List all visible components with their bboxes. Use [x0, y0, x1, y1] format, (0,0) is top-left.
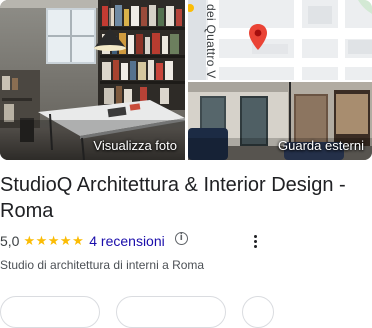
- info-icon[interactable]: i: [174, 231, 188, 245]
- photo-gallery: Visualizza foto dei Quattro V Guarda est…: [0, 0, 372, 160]
- map-street-label: dei Quattro V: [204, 4, 218, 79]
- map-thumbnail[interactable]: dei Quattro V: [188, 0, 372, 80]
- view-exterior-label: Guarda esterni: [278, 138, 364, 153]
- more-vert-icon[interactable]: [252, 235, 258, 249]
- rating-row: 5,0 ★★★★★ 4 recensioni i: [0, 231, 372, 250]
- view-photos-label: Visualizza foto: [93, 138, 177, 153]
- star-rating-icon: ★★★★★: [23, 233, 85, 248]
- business-title-line1: StudioQ Architettura & Interior Design -: [0, 174, 346, 196]
- business-category: Studio di architettura di interni a Roma: [0, 258, 205, 272]
- business-title: StudioQ Architettura & Interior Design -…: [0, 172, 372, 224]
- reviews-link[interactable]: 4 recensioni: [89, 232, 165, 250]
- business-title-line2: Roma: [0, 200, 54, 222]
- rating-value: 5,0: [0, 233, 20, 249]
- street-view-thumbnail[interactable]: Guarda esterni: [188, 82, 372, 160]
- main-photo[interactable]: Visualizza foto: [0, 0, 185, 160]
- studio-interior-image: [0, 0, 185, 160]
- map-pin-icon: [249, 24, 267, 50]
